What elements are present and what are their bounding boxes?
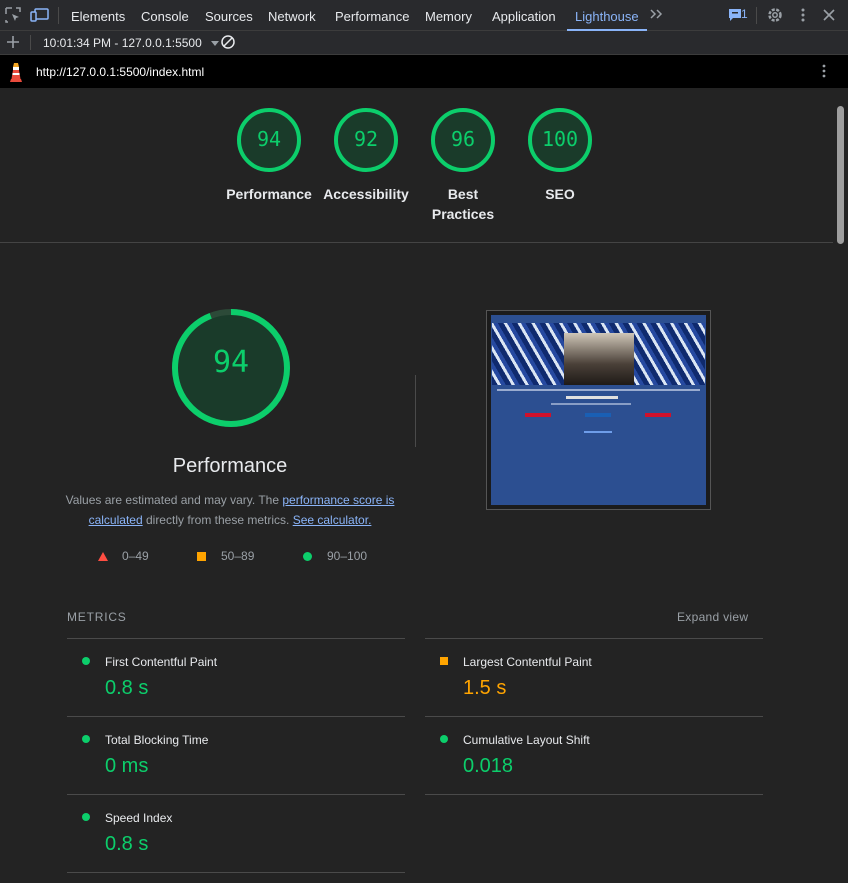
pass-dot-icon	[440, 735, 448, 743]
metric-value: 1.5 s	[463, 677, 507, 699]
metric-name: Largest Contentful Paint	[463, 655, 592, 669]
lighthouse-report: 94 Performance 92 Accessibility 96 Best …	[0, 88, 848, 883]
report-url-bar: http://127.0.0.1:5500/index.html	[0, 55, 848, 88]
lighthouse-toolbar: 10:01:34 PM - 127.0.0.1:5500	[0, 31, 848, 55]
pass-dot-icon	[82, 657, 90, 665]
screenshot-text-line	[584, 431, 612, 433]
lighthouse-logo-icon	[8, 60, 24, 89]
screenshot-page	[491, 315, 706, 505]
legend-fail: 0–49	[98, 549, 149, 563]
metric-divider	[67, 872, 405, 873]
red-triangle-icon	[98, 552, 108, 561]
pass-dot-icon	[82, 735, 90, 743]
more-tabs-chevron-icon[interactable]	[648, 5, 666, 23]
gauge-score: 100	[541, 127, 579, 151]
scrollbar-thumb[interactable]	[837, 106, 844, 244]
settings-gear-icon[interactable]	[766, 6, 784, 24]
toolbar-divider	[58, 7, 59, 24]
summary-gauge[interactable]: 94	[236, 107, 302, 173]
metric-divider	[425, 794, 763, 795]
gauge-label: SEO	[500, 184, 620, 204]
metric-divider	[67, 716, 405, 717]
tab-sources[interactable]: Sources	[205, 0, 253, 31]
screenshot-input-bar	[566, 396, 618, 399]
expand-view-toggle[interactable]: Expand view	[677, 610, 748, 624]
more-options-icon[interactable]	[794, 6, 812, 24]
issues-count: 1	[741, 7, 748, 21]
performance-gauge: 94	[170, 307, 292, 429]
green-circle-icon	[303, 552, 312, 561]
metric-value: 0.8 s	[105, 677, 149, 699]
gauge-label-line: SEO	[545, 186, 575, 202]
metric-divider	[67, 638, 405, 639]
report-selector-label: 10:01:34 PM - 127.0.0.1:5500	[43, 36, 202, 50]
report-url: http://127.0.0.1:5500/index.html	[36, 65, 205, 79]
screenshot-red-button	[645, 413, 671, 417]
summary-gauge[interactable]: 92	[333, 107, 399, 173]
metric-name: Cumulative Layout Shift	[463, 733, 590, 747]
screenshot-blue-button	[585, 413, 611, 417]
summary-divider	[0, 242, 833, 243]
screenshot-text-line	[551, 403, 631, 405]
tab-performance[interactable]: Performance	[335, 0, 409, 31]
metric-name: Total Blocking Time	[105, 733, 209, 747]
tab-console[interactable]: Console	[141, 0, 189, 31]
issues-icon[interactable]: 1	[728, 6, 750, 24]
gauge-label-line: Accessibility	[323, 186, 409, 202]
see-calculator-link[interactable]: See calculator.	[293, 513, 372, 527]
tab-elements[interactable]: Elements	[71, 0, 125, 31]
close-icon[interactable]	[820, 6, 838, 24]
toolbar-divider	[756, 7, 757, 24]
clear-reports-icon[interactable]	[220, 34, 236, 53]
toolbar-divider	[30, 35, 31, 50]
tab-lighthouse[interactable]: Lighthouse	[567, 0, 647, 31]
screenshot-text-line	[497, 389, 700, 391]
devtools-tab-bar: Elements Console Sources Network Perform…	[0, 0, 848, 31]
dropdown-arrow-icon	[211, 41, 220, 47]
section-divider	[415, 375, 416, 447]
performance-score: 94	[212, 345, 250, 380]
legend-average: 50–89	[197, 549, 254, 563]
new-report-plus-icon[interactable]	[5, 34, 21, 53]
metric-divider	[425, 638, 763, 639]
metric-value: 0 ms	[105, 755, 149, 777]
screenshot-red-button	[525, 413, 551, 417]
legend-fail-label: 0–49	[122, 549, 149, 563]
description-text: Values are estimated and may vary. The	[65, 493, 283, 507]
url-menu-icon[interactable]	[816, 63, 832, 84]
metric-divider	[425, 716, 763, 717]
description-text: directly from these metrics.	[142, 513, 293, 527]
performance-description: Values are estimated and may vary. The p…	[60, 490, 400, 530]
gauge-label-line: Practices	[431, 206, 495, 222]
tab-application[interactable]: Application	[492, 0, 556, 31]
gauge-score: 92	[353, 127, 379, 151]
gauge-label-line: Performance	[226, 186, 312, 202]
metric-name: First Contentful Paint	[105, 655, 218, 669]
report-selector[interactable]: 10:01:34 PM - 127.0.0.1:5500	[43, 36, 220, 50]
gauge-score: 94	[256, 127, 282, 151]
summary-gauge[interactable]: 96	[430, 107, 496, 173]
metric-value: 0.8 s	[105, 833, 149, 855]
legend-pass-label: 90–100	[327, 549, 368, 563]
final-screenshot[interactable]	[486, 310, 711, 510]
gauge-score: 96	[450, 127, 476, 151]
legend-average-label: 50–89	[221, 549, 255, 563]
metrics-heading: METRICS	[67, 610, 127, 624]
inspect-element-icon[interactable]	[4, 6, 22, 24]
summary-gauge[interactable]: 100	[527, 107, 593, 173]
metric-value: 0.018	[463, 755, 514, 777]
screenshot-hero-center	[564, 333, 634, 385]
average-square-icon	[440, 657, 448, 665]
device-toolbar-icon[interactable]	[30, 6, 49, 24]
pass-dot-icon	[82, 813, 90, 821]
screenshot-hero-image	[492, 323, 705, 385]
metric-divider	[67, 794, 405, 795]
metric-name: Speed Index	[105, 811, 173, 825]
legend-pass: 90–100	[303, 549, 367, 563]
tab-network[interactable]: Network	[268, 0, 316, 31]
performance-title: Performance	[172, 455, 288, 477]
orange-square-icon	[197, 552, 206, 561]
tab-memory[interactable]: Memory	[425, 0, 472, 31]
